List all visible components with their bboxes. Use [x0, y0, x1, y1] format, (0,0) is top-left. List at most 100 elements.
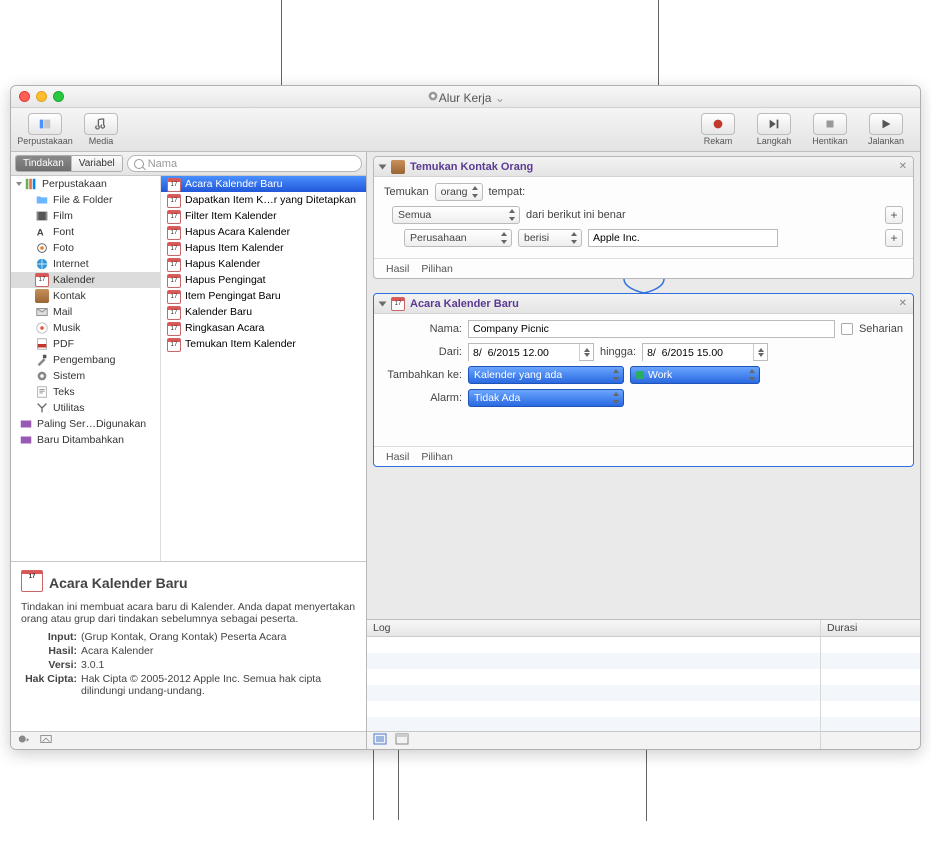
workflow-area: Temukan Kontak Orang ✕ Temukan orang tem…	[367, 152, 920, 749]
tree-item-developer[interactable]: Pengembang	[11, 352, 160, 368]
action-item[interactable]: Temukan Item Kalender	[161, 336, 366, 352]
step-button[interactable]: Langkah	[748, 113, 800, 146]
results-tab[interactable]: Hasil	[386, 451, 409, 463]
action-item[interactable]: Hapus Kalender	[161, 256, 366, 272]
music-icon	[35, 322, 49, 334]
action-item[interactable]: Ringkasan Acara	[161, 320, 366, 336]
tree-item-calendar[interactable]: Kalender	[11, 272, 160, 288]
calendar-select[interactable]: Work	[630, 366, 760, 384]
contacts-icon	[391, 160, 405, 174]
action-item[interactable]: Item Pengingat Baru	[161, 288, 366, 304]
tools-icon	[35, 402, 49, 414]
film-icon	[35, 210, 49, 222]
find-type-select[interactable]: orang	[435, 183, 483, 201]
globe-icon	[35, 258, 49, 270]
close-button[interactable]	[19, 91, 30, 102]
svg-text:A: A	[37, 228, 44, 239]
add-row-button[interactable]: +	[885, 229, 903, 247]
criteria-value-input[interactable]	[588, 229, 778, 247]
media-button[interactable]: Media	[75, 113, 127, 146]
search-input[interactable]: Nama	[127, 155, 362, 172]
allday-checkbox[interactable]	[841, 323, 853, 335]
tree-item-files[interactable]: File & Folder	[11, 192, 160, 208]
tree-recently-added[interactable]: Baru Ditambahkan	[11, 432, 160, 448]
calendar-icon	[35, 274, 49, 286]
action-item[interactable]: Filter Item Kalender	[161, 208, 366, 224]
hammer-icon	[35, 354, 49, 366]
books-icon	[24, 178, 38, 190]
tree-item-mail[interactable]: Mail	[11, 304, 160, 320]
to-date-input[interactable]	[643, 344, 753, 362]
disclosure-icon[interactable]	[379, 164, 387, 169]
remove-action-button[interactable]: ✕	[899, 298, 907, 309]
from-date-input[interactable]	[469, 344, 579, 362]
calendar-icon	[21, 570, 43, 595]
titlebar: Alur Kerja ⌄	[11, 86, 920, 108]
add-group-button[interactable]: +	[885, 206, 903, 224]
results-tab[interactable]: Hasil	[386, 263, 409, 275]
from-date-stepper[interactable]	[579, 344, 593, 360]
library-button[interactable]: Perpustakaan	[19, 113, 71, 146]
toggle-info-icon[interactable]	[39, 732, 53, 749]
log-header[interactable]: Log	[367, 620, 820, 637]
minimize-button[interactable]	[36, 91, 47, 102]
contacts-icon	[35, 290, 49, 302]
mail-icon	[35, 306, 49, 318]
sidebar-mode-segment[interactable]: Tindakan Variabel	[15, 155, 123, 172]
action-find-contacts[interactable]: Temukan Kontak Orang ✕ Temukan orang tem…	[373, 156, 914, 279]
gear-menu-icon[interactable]	[17, 732, 31, 749]
seg-variables[interactable]: Variabel	[72, 156, 122, 171]
disclosure-icon[interactable]	[379, 301, 387, 306]
alarm-select[interactable]: Tidak Ada	[468, 389, 624, 407]
match-all-select[interactable]: Semua	[392, 206, 520, 224]
library-tree: Perpustakaan File & Folder Film AFont Fo…	[11, 176, 161, 561]
options-tab[interactable]: Pilihan	[421, 263, 453, 275]
action-new-calendar-event[interactable]: Acara Kalender Baru ✕ Nama: Seharian Dar…	[373, 293, 914, 467]
calendar-icon	[167, 178, 181, 190]
tree-root[interactable]: Perpustakaan	[11, 176, 160, 192]
search-placeholder: Nama	[148, 158, 177, 170]
tree-item-photo[interactable]: Foto	[11, 240, 160, 256]
action-item[interactable]: Hapus Item Kalender	[161, 240, 366, 256]
duration-header[interactable]: Durasi	[821, 620, 920, 637]
tree-item-pdf[interactable]: PDF	[11, 336, 160, 352]
to-date-stepper[interactable]	[753, 344, 767, 360]
tree-item-system[interactable]: Sistem	[11, 368, 160, 384]
zoom-button[interactable]	[53, 91, 64, 102]
tree-item-contacts[interactable]: Kontak	[11, 288, 160, 304]
op-select[interactable]: berisi	[518, 229, 582, 247]
sidebar-footer	[11, 731, 366, 749]
variables-view-icon[interactable]	[395, 733, 409, 748]
log-view-icon[interactable]	[373, 733, 387, 748]
field-select[interactable]: Perusahaan	[404, 229, 512, 247]
seg-actions[interactable]: Tindakan	[16, 156, 72, 171]
record-button[interactable]: Rekam	[692, 113, 744, 146]
remove-action-button[interactable]: ✕	[899, 161, 907, 172]
action-new-calendar-event[interactable]: Acara Kalender Baru	[161, 176, 366, 192]
workflow-canvas[interactable]: Temukan Kontak Orang ✕ Temukan orang tem…	[367, 152, 920, 619]
action-connector	[373, 279, 914, 293]
add-to-select[interactable]: Kalender yang ada	[468, 366, 624, 384]
traffic-lights	[19, 91, 64, 102]
options-tab[interactable]: Pilihan	[421, 451, 453, 463]
action-item[interactable]: Kalender Baru	[161, 304, 366, 320]
folder-icon	[35, 194, 49, 206]
photo-icon	[35, 242, 49, 254]
action-item[interactable]: Dapatkan Item K…r yang Ditetapkan	[161, 192, 366, 208]
tree-item-film[interactable]: Film	[11, 208, 160, 224]
tree-most-used[interactable]: Paling Ser…Digunakan	[11, 416, 160, 432]
calendar-icon	[391, 297, 405, 311]
stop-button[interactable]: Hentikan	[804, 113, 856, 146]
action-item[interactable]: Hapus Acara Kalender	[161, 224, 366, 240]
action-item[interactable]: Hapus Pengingat	[161, 272, 366, 288]
sidebar: Tindakan Variabel Nama Perpustakaan File…	[11, 152, 367, 749]
tree-item-text[interactable]: Teks	[11, 384, 160, 400]
tree-item-utilities[interactable]: Utilitas	[11, 400, 160, 416]
event-name-input[interactable]	[468, 320, 835, 338]
run-button[interactable]: Jalankan	[860, 113, 912, 146]
tree-item-music[interactable]: Musik	[11, 320, 160, 336]
workflow-icon	[426, 89, 436, 99]
tree-item-font[interactable]: AFont	[11, 224, 160, 240]
log-body	[367, 637, 820, 731]
tree-item-internet[interactable]: Internet	[11, 256, 160, 272]
